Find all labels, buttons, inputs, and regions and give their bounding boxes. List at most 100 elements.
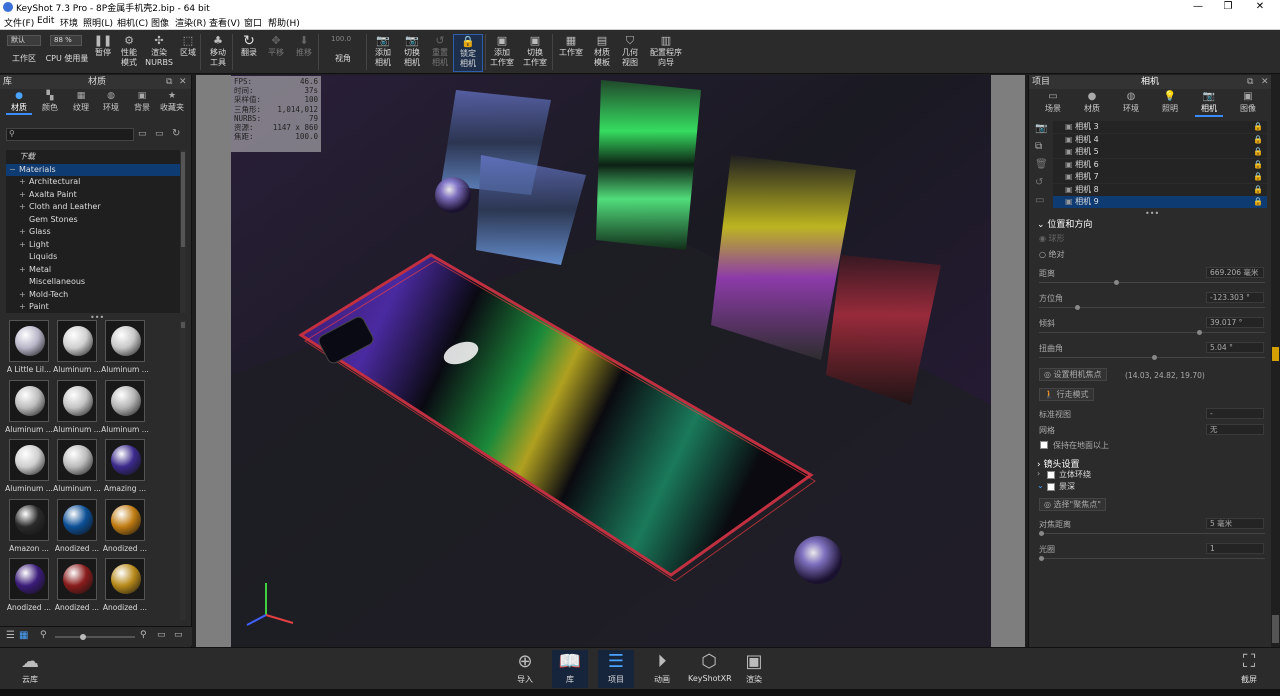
menu-window[interactable]: 窗口 xyxy=(244,16,262,29)
camera-list-item[interactable]: ▣ 相机 4 🔒 xyxy=(1053,133,1267,146)
zoom-in-icon[interactable]: ⚲ xyxy=(140,630,147,640)
add-camera-button[interactable]: 📷 添加 相机 xyxy=(368,34,398,72)
menu-edit[interactable]: Edit xyxy=(37,16,54,26)
tree-item[interactable]: + Light xyxy=(6,239,182,251)
material-thumbnail[interactable]: Aluminum ... xyxy=(53,439,101,497)
material-thumbnail[interactable]: Aluminum ... xyxy=(5,379,53,438)
radio-orbit[interactable]: ◉ 球形 xyxy=(1039,233,1065,244)
menu-image[interactable]: 图像 xyxy=(151,16,169,29)
right-scrollbar[interactable] xyxy=(1271,75,1280,647)
maximize-button[interactable]: ❐ xyxy=(1214,0,1242,14)
tab-favorites[interactable]: ★ 收藏夹 xyxy=(157,91,187,113)
radio-absolute[interactable]: ○ 绝对 xyxy=(1039,249,1065,260)
library-button[interactable]: 📖 库 xyxy=(552,650,588,688)
close-panel-icon[interactable]: ✕ xyxy=(1261,75,1269,89)
expand-icon[interactable]: + xyxy=(19,201,29,213)
add-studio-button[interactable]: ▣ 添加 工作室 xyxy=(487,34,517,72)
aperture-slider[interactable] xyxy=(1039,556,1265,561)
tree-item[interactable]: + Axalta Paint xyxy=(6,189,182,201)
distance-field[interactable]: 669.206 毫米 xyxy=(1206,267,1264,278)
stay-above-ground-checkbox[interactable] xyxy=(1040,441,1048,449)
distance-slider[interactable] xyxy=(1039,280,1265,285)
workspace-select[interactable]: 默认 xyxy=(7,35,41,46)
menu-help[interactable]: 帮助(H) xyxy=(268,16,300,29)
reset-camera-button[interactable]: ↺ 重置 相机 xyxy=(425,34,455,72)
expand-icon[interactable]: + xyxy=(19,176,29,188)
move-tool-button[interactable]: ♣ 移动 工具 xyxy=(203,34,233,72)
region-button[interactable]: ⬚ 区域 xyxy=(173,34,203,72)
material-thumbnail[interactable]: Aluminum ... xyxy=(101,379,149,438)
material-template-button[interactable]: ▤ 材质 模板 xyxy=(587,34,617,72)
camera-list-item[interactable]: ▣ 相机 8 🔒 xyxy=(1053,183,1267,196)
walk-mode-button[interactable]: 🚶 行走模式 xyxy=(1039,388,1094,401)
lock-icon[interactable]: 🔒 xyxy=(1253,146,1263,158)
aperture-field[interactable]: 1 xyxy=(1206,543,1264,554)
tab-project-materials[interactable]: ● 材质 xyxy=(1074,91,1110,115)
refresh-library-icon[interactable]: ↻ xyxy=(172,128,180,139)
tab-environment[interactable]: ◍ 环境 xyxy=(1113,91,1149,115)
folder-open-icon[interactable]: ▭ xyxy=(155,129,164,139)
material-thumbnail[interactable]: Anodized ... xyxy=(102,558,148,616)
studio-button[interactable]: ▦ 工作室 xyxy=(556,34,586,72)
azimuth-slider[interactable] xyxy=(1039,305,1265,310)
tree-item[interactable]: + Metal xyxy=(6,264,182,276)
render-nurbs-button[interactable]: ✣ 渲染 NURBS xyxy=(144,34,174,72)
tree-scrollbar[interactable] xyxy=(180,150,186,313)
standard-view-select[interactable]: - xyxy=(1206,408,1264,419)
pan-button[interactable]: ✥ 平移 xyxy=(261,34,291,72)
lock-icon[interactable]: 🔒 xyxy=(1253,196,1263,208)
camera-list-item[interactable]: ▣ 相机 9 🔒 xyxy=(1053,196,1267,208)
material-thumbnail[interactable]: Aluminum ... xyxy=(53,379,101,438)
fov-value[interactable]: 100.0 xyxy=(328,35,364,46)
refresh-button[interactable]: ↻ 翻录 xyxy=(234,34,264,72)
import-button[interactable]: ⊕ 导入 xyxy=(507,650,543,688)
material-thumbnail[interactable]: Anodized ... xyxy=(54,558,100,616)
tab-colors[interactable]: ▚ 颜色 xyxy=(35,91,65,113)
inclination-slider[interactable] xyxy=(1039,330,1265,335)
menu-view[interactable]: 查看(V) xyxy=(209,16,240,29)
render-button[interactable]: ▣ 渲染 xyxy=(736,650,772,688)
tree-item[interactable]: + Mold-Tech xyxy=(6,289,182,301)
material-thumbnail[interactable]: Anodized ... xyxy=(6,558,52,616)
lock-icon[interactable]: 🔒 xyxy=(1253,134,1263,146)
geometry-view-button[interactable]: ⛉ 几何 视图 xyxy=(615,34,645,72)
performance-mode-button[interactable]: ⚙ 性能 模式 xyxy=(114,34,144,72)
stereo-row[interactable]: › xyxy=(1037,469,1040,478)
library-search-input[interactable]: ⚲ xyxy=(6,128,134,141)
select-focus-point-button[interactable]: ◎ 选择"聚焦点" xyxy=(1039,498,1106,511)
cpu-usage-select[interactable]: 88 % xyxy=(50,35,82,46)
thumb-scrollbar[interactable] xyxy=(180,320,186,620)
render-viewport[interactable] xyxy=(231,75,991,647)
export-material-icon[interactable]: ▭ xyxy=(174,630,183,640)
tree-item[interactable]: + Glass xyxy=(6,226,182,238)
material-thumbnail[interactable]: Anodized ... xyxy=(102,498,148,557)
project-button[interactable]: ☰ 项目 xyxy=(598,650,634,688)
focus-distance-field[interactable]: 5 毫米 xyxy=(1206,518,1264,529)
twist-slider[interactable] xyxy=(1039,355,1265,360)
grid-view-icon[interactable]: ▦ xyxy=(19,630,28,641)
lock-camera-button[interactable]: 🔒 锁定 相机 xyxy=(453,34,483,72)
tab-materials[interactable]: ● 材质 xyxy=(4,91,34,115)
azimuth-field[interactable]: -123.303 ° xyxy=(1206,292,1264,303)
expand-icon[interactable]: + xyxy=(19,189,29,201)
camera-list-item[interactable]: ▣ 相机 5 🔒 xyxy=(1053,146,1267,158)
tab-backplates[interactable]: ▣ 背景 xyxy=(127,91,157,113)
camera-list-item[interactable]: ▣ 相机 6 🔒 xyxy=(1053,158,1267,171)
menu-camera[interactable]: 相机(C) xyxy=(117,16,148,29)
splitter-handle[interactable]: ••• xyxy=(1145,209,1159,218)
expand-icon[interactable]: + xyxy=(19,239,29,251)
grid-select[interactable]: 无 xyxy=(1206,424,1264,435)
camera-list-item[interactable]: ▣ 相机 7 🔒 xyxy=(1053,171,1267,183)
material-thumbnail[interactable]: Aluminum ... xyxy=(53,320,101,378)
focus-distance-slider[interactable] xyxy=(1039,531,1265,536)
switch-camera-button[interactable]: 📷 切换 相机 xyxy=(397,34,427,72)
camera-list-item[interactable]: ▣ 相机 3 🔒 xyxy=(1053,121,1267,133)
close-button[interactable]: ✕ xyxy=(1246,0,1274,14)
dolly-button[interactable]: ⬇ 推移 xyxy=(289,34,319,72)
tree-item[interactable]: + Paint xyxy=(6,301,182,313)
twist-field[interactable]: 5.04 ° xyxy=(1206,342,1264,353)
menu-lighting[interactable]: 照明(L) xyxy=(83,16,113,29)
folder-add-icon[interactable]: ▭ xyxy=(138,129,147,139)
material-thumbnail[interactable]: Amazing ... xyxy=(102,439,148,497)
keyshotxr-button[interactable]: ⬡ KeyShotXR xyxy=(688,650,732,688)
